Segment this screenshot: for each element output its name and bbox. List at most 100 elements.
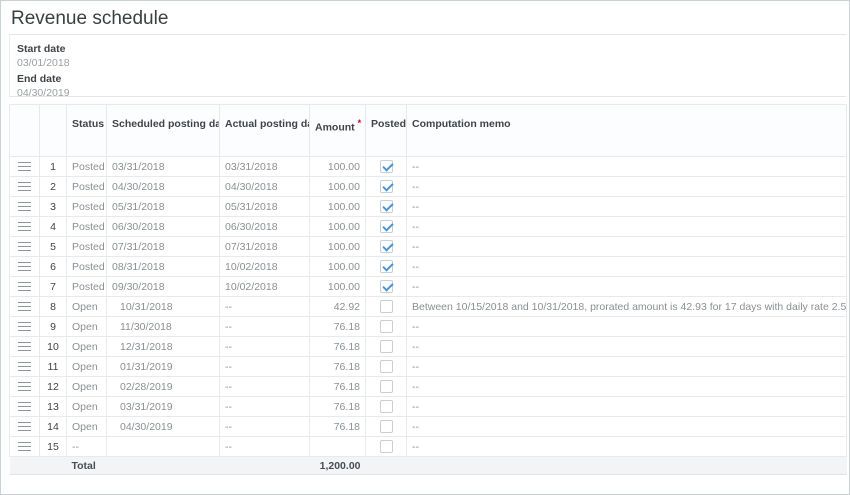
drag-handle-icon[interactable] [18,162,31,171]
amount-column-header: Amount * [310,105,366,157]
scheduled-date-cell[interactable]: 12/31/2018 [107,337,220,357]
drag-handle-icon[interactable] [18,182,31,191]
scheduled-date-cell[interactable]: 01/31/2019 [107,357,220,377]
amount-cell[interactable] [310,437,366,457]
start-date-label: Start date [17,43,846,55]
drag-cell [10,277,40,297]
scheduled-date-cell[interactable]: 04/30/2019 [107,417,220,437]
drag-cell [10,177,40,197]
row-number: 12 [40,377,67,397]
row-number: 13 [40,397,67,417]
row-number: 9 [40,317,67,337]
row-number: 10 [40,337,67,357]
table-row: 12Open02/28/2019--76.18-- [10,377,847,397]
status-cell: Open [67,317,107,337]
row-number: 3 [40,197,67,217]
amount-cell[interactable]: 76.18 [310,377,366,397]
drag-handle-icon[interactable] [18,222,31,231]
posted-cell [366,397,407,417]
posted-cell [366,437,407,457]
scheduled-date-cell[interactable]: 11/30/2018 [107,317,220,337]
drag-cell [10,437,40,457]
amount-header-label: Amount [315,122,355,134]
table-row: 10Open12/31/2018--76.18-- [10,337,847,357]
drag-handle-icon[interactable] [18,302,31,311]
computation-memo-cell: -- [407,377,847,397]
actual-date-cell: -- [220,417,310,437]
drag-cell [10,417,40,437]
drag-handle-icon[interactable] [18,242,31,251]
posted-checkbox[interactable] [380,240,393,253]
posted-checkbox[interactable] [380,180,393,193]
posted-checkbox[interactable] [380,320,393,333]
scheduled-date-cell: 06/30/2018 [107,217,220,237]
drag-handle-icon[interactable] [18,442,31,451]
computation-memo-cell: -- [407,417,847,437]
actual-date-cell: -- [220,337,310,357]
scheduled-date-cell[interactable]: 03/31/2019 [107,397,220,417]
amount-cell[interactable]: 76.18 [310,357,366,377]
required-asterisk: * [358,118,362,128]
status-cell: Posted [67,257,107,277]
posted-checkbox[interactable] [380,360,393,373]
table-row: 8Open10/31/2018--42.92Between 10/15/2018… [10,297,847,317]
scheduled-date-cell: 05/31/2018 [107,197,220,217]
table-row: 7Posted09/30/201810/02/2018100.00-- [10,277,847,297]
actual-date-cell: -- [220,317,310,337]
posted-checkbox[interactable] [380,440,393,453]
end-date-label: End date [17,73,846,85]
posted-checkbox[interactable] [380,400,393,413]
drag-handle-icon[interactable] [18,362,31,371]
actual-posting-date-column-header: Actual posting date [220,105,310,157]
posted-checkbox[interactable] [380,260,393,273]
table-row: 11Open01/31/2019--76.18-- [10,357,847,377]
total-row: Total 1,200.00 [10,457,847,475]
scheduled-date-cell[interactable] [107,437,220,457]
actual-date-cell: 04/30/2018 [220,177,310,197]
status-cell: -- [67,437,107,457]
amount-cell[interactable]: 76.18 [310,417,366,437]
status-cell: Open [67,397,107,417]
posted-checkbox[interactable] [380,200,393,213]
posted-checkbox[interactable] [380,340,393,353]
actual-date-cell: 07/31/2018 [220,237,310,257]
amount-cell: 100.00 [310,197,366,217]
amount-cell[interactable]: 76.18 [310,337,366,357]
posted-checkbox[interactable] [380,280,393,293]
status-cell: Posted [67,277,107,297]
drag-handle-icon[interactable] [18,322,31,331]
table-row: 2Posted04/30/201804/30/2018100.00-- [10,177,847,197]
computation-memo-cell: -- [407,357,847,377]
amount-cell[interactable]: 76.18 [310,317,366,337]
scheduled-date-cell[interactable]: 10/31/2018 [107,297,220,317]
drag-handle-icon[interactable] [18,422,31,431]
drag-handle-icon[interactable] [18,382,31,391]
actual-date-cell: -- [220,357,310,377]
posted-checkbox[interactable] [380,380,393,393]
computation-memo-cell: -- [407,197,847,217]
amount-cell[interactable]: 76.18 [310,397,366,417]
drag-handle-icon[interactable] [18,202,31,211]
computation-memo-cell: -- [407,437,847,457]
scheduled-date-cell: 07/31/2018 [107,237,220,257]
posted-checkbox[interactable] [380,160,393,173]
drag-handle-icon[interactable] [18,402,31,411]
status-column-header: Status [67,105,107,157]
drag-cell [10,357,40,377]
revenue-schedule-table: Status Scheduled posting date Actual pos… [9,104,847,475]
posted-checkbox[interactable] [380,220,393,233]
drag-handle-icon[interactable] [18,342,31,351]
amount-cell: 100.00 [310,177,366,197]
amount-cell[interactable]: 42.92 [310,297,366,317]
posted-checkbox[interactable] [380,300,393,313]
status-cell: Posted [67,177,107,197]
row-number: 14 [40,417,67,437]
actual-date-cell: 05/31/2018 [220,197,310,217]
posted-checkbox[interactable] [380,420,393,433]
drag-handle-icon[interactable] [18,262,31,271]
actual-date-cell: 10/02/2018 [220,277,310,297]
table-row: 6Posted08/31/201810/02/2018100.00-- [10,257,847,277]
drag-handle-icon[interactable] [18,282,31,291]
scheduled-date-cell[interactable]: 02/28/2019 [107,377,220,397]
total-row-spacer [366,457,847,475]
